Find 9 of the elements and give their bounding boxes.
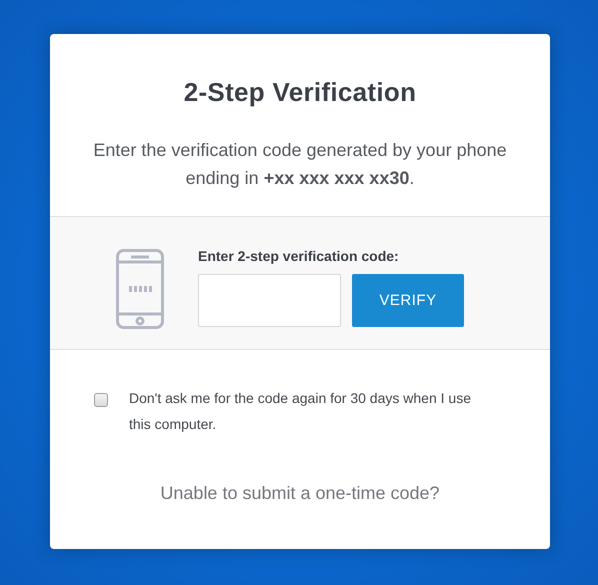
help-link[interactable]: Unable to submit a one-time code? — [160, 483, 440, 504]
phone-icon — [116, 249, 164, 329]
verify-button[interactable]: VERIFY — [352, 274, 464, 326]
instruction-text: Enter the verification code generated by your phone ending in +xx xxx xxx xx30. — [92, 139, 508, 190]
dialog-title: 2-Step Verification — [184, 77, 416, 108]
code-input-field[interactable] — [198, 274, 341, 326]
field-label: Enter 2-step verification code: — [198, 248, 400, 264]
remember-label: Don't ask me for the code again for 30 days when I use this computer. — [129, 389, 472, 434]
remember-checkbox[interactable] — [94, 393, 108, 407]
